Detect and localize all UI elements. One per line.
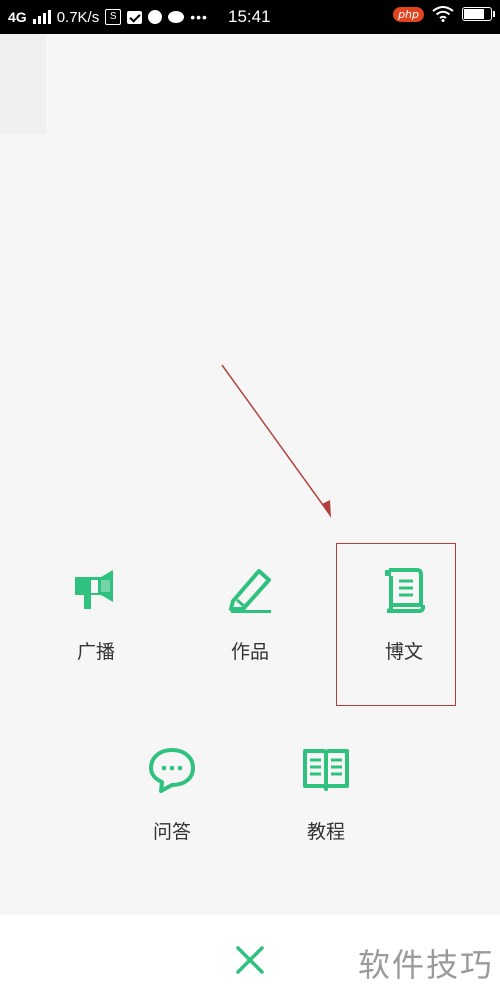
menu-label: 博文 xyxy=(384,641,423,663)
megaphone-icon xyxy=(75,570,113,609)
menu-item-works[interactable]: 作品 xyxy=(190,565,310,675)
menu-item-qa[interactable]: 问答 xyxy=(112,745,232,855)
menu-label: 作品 xyxy=(230,641,269,663)
menu-item-broadcast[interactable]: 广播 xyxy=(36,565,156,675)
scroll-icon xyxy=(385,568,425,613)
book-icon xyxy=(303,749,349,791)
menu-label: 教程 xyxy=(306,821,345,843)
close-icon[interactable] xyxy=(230,940,270,980)
chat-bubble-icon xyxy=(149,748,195,793)
pencil-icon xyxy=(229,569,271,613)
annotation-arrow xyxy=(221,364,331,518)
menu-label: 问答 xyxy=(152,821,191,843)
menu-label: 广播 xyxy=(76,641,115,663)
menu-item-tutorial[interactable]: 教程 xyxy=(266,745,386,855)
bottom-bar: 软件技巧 xyxy=(0,915,500,1000)
watermark: 软件技巧 xyxy=(357,946,494,984)
menu-item-blog[interactable]: 博文 xyxy=(344,565,464,675)
